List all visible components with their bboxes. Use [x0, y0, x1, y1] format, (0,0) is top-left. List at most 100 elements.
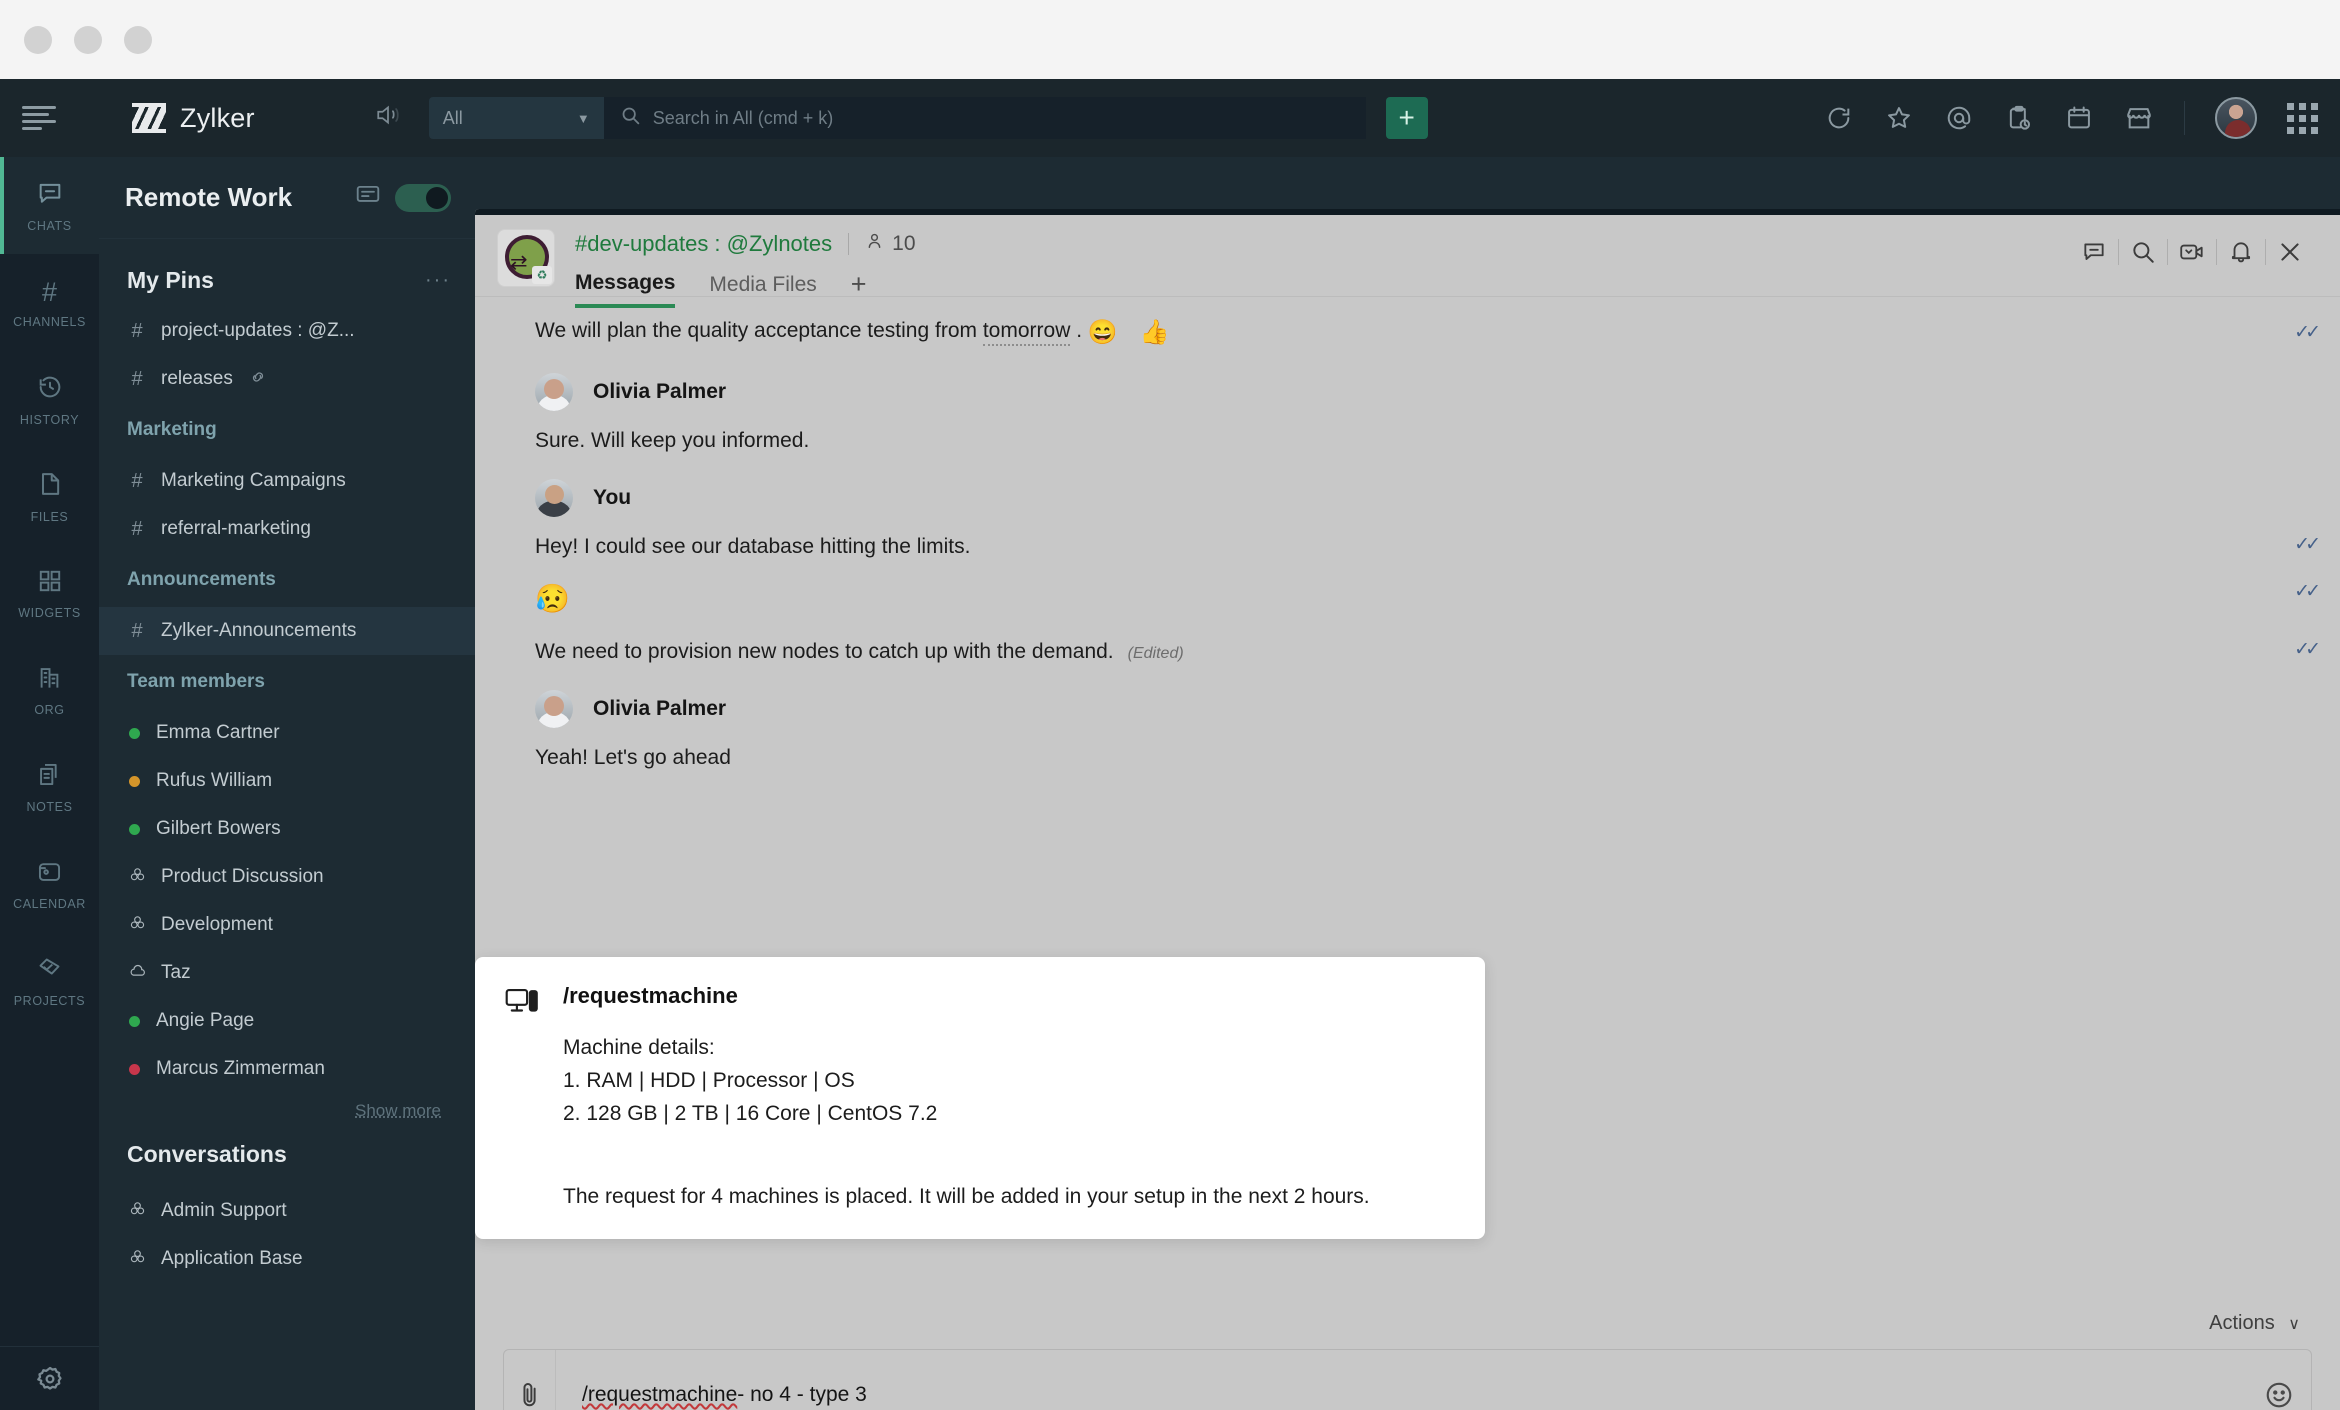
window-maximize-dot[interactable]	[124, 25, 152, 54]
sidebar-item-marcus-zimmerman[interactable]: Marcus Zimmerman	[99, 1045, 475, 1093]
conversation-avatar[interactable]: ⇄ ♻	[497, 229, 555, 287]
slash-card-body: Machine details: 1. RAM | HDD | Processo…	[563, 1031, 1455, 1131]
sidebar-item-development[interactable]: Development	[99, 901, 475, 949]
star-icon[interactable]	[1884, 103, 1914, 133]
rail-label: CHATS	[27, 218, 72, 233]
emoji-thumbsup: 👍	[1139, 319, 1170, 346]
slash-card-line: 1. RAM | HDD | Processor | OS	[563, 1069, 855, 1093]
recycle-icon: ♻	[532, 266, 552, 284]
window-close-dot[interactable]	[24, 25, 52, 54]
sidebar-item-project-updates[interactable]: # project-updates : @Z...	[99, 307, 475, 355]
sidebar-section-marketing: Marketing	[99, 403, 475, 457]
sidebar-item-product-discussion[interactable]: Product Discussion	[99, 853, 475, 901]
message-list[interactable]: We will plan the quality acceptance test…	[475, 297, 2340, 1312]
reload-icon[interactable]	[1824, 103, 1854, 133]
sidebar-item-angie-page[interactable]: Angie Page	[99, 997, 475, 1045]
smiley-icon[interactable]	[2247, 1350, 2311, 1410]
rail-label: CHANNELS	[13, 314, 86, 329]
message-author: Olivia Palmer	[593, 696, 727, 720]
search-input[interactable]: Search in All (cmd + k)	[603, 97, 1366, 139]
avatar[interactable]	[2215, 97, 2257, 139]
composer-rest: - no 4 - type 3	[737, 1383, 867, 1406]
hamburger-icon[interactable]	[22, 106, 56, 130]
paperclip-icon[interactable]	[504, 1350, 556, 1410]
status-dot	[129, 775, 140, 787]
section-title: My Pins	[127, 266, 214, 293]
search-icon[interactable]	[2119, 239, 2167, 265]
calendar-icon[interactable]	[2064, 103, 2094, 133]
sidebar-item-marketing-campaigns[interactable]: # Marketing Campaigns	[99, 457, 475, 505]
link-icon	[249, 368, 267, 391]
section-title: Conversations	[127, 1140, 287, 1167]
message-text: We need to provision new nodes to catch …	[535, 628, 2254, 676]
sidebar-item-label: Marcus Zimmerman	[156, 1058, 325, 1079]
rail-item-chats[interactable]: CHATS	[0, 157, 99, 254]
hash-icon: #	[41, 276, 58, 307]
sidebar-item-admin-support[interactable]: Admin Support	[99, 1187, 475, 1235]
store-icon[interactable]	[2124, 103, 2154, 133]
sidebar-item-zylker-announcements[interactable]: # Zylker-Announcements	[99, 607, 475, 655]
rail-label: ORG	[34, 703, 65, 717]
rail-label: NOTES	[26, 800, 73, 814]
rail-item-projects[interactable]: PROJECTS	[0, 933, 99, 1030]
sidebar-item-application-base[interactable]: Application Base	[99, 1235, 475, 1283]
hash-icon: #	[131, 319, 143, 342]
window-minimize-dot[interactable]	[74, 25, 102, 54]
close-icon[interactable]	[2266, 239, 2314, 265]
sidebar-section-team-members: Team members	[99, 655, 475, 709]
new-item-button[interactable]: +	[1385, 97, 1428, 139]
rail-item-org[interactable]: ORG	[0, 642, 99, 739]
message-author-row: You	[475, 465, 2340, 523]
avatar[interactable]	[535, 478, 573, 517]
emoji-grin: 😄	[1087, 319, 1118, 346]
sidebar-item-gilbert-bowers[interactable]: Gilbert Bowers	[99, 805, 475, 853]
message-author: Olivia Palmer	[593, 380, 727, 403]
sync-arrows-icon: ⇄	[510, 251, 528, 274]
conversation-title-row: #dev-updates : @Zylnotes 10	[575, 231, 916, 257]
sidebar-item-referral-marketing[interactable]: # referral-marketing	[99, 505, 475, 553]
member-count[interactable]: 10	[865, 231, 916, 257]
section-more-icon[interactable]: ···	[425, 269, 451, 292]
composer-input[interactable]: /requestmachine - no 4 - type 3	[556, 1350, 2247, 1410]
message-composer[interactable]: /requestmachine - no 4 - type 3	[503, 1349, 2312, 1410]
mention-icon[interactable]	[1944, 103, 1974, 133]
screen-icon[interactable]	[355, 184, 381, 211]
avatar[interactable]	[535, 373, 573, 411]
apps-grid-icon[interactable]	[2287, 102, 2318, 134]
sidebar-item-emma-cartner[interactable]: Emma Cartner	[99, 709, 475, 757]
sidebar-item-label: Emma Cartner	[156, 722, 280, 743]
sidebar-channel-list[interactable]: My Pins ··· # project-updates : @Z... # …	[99, 239, 475, 1410]
rail-item-calendar[interactable]: CALENDAR	[0, 836, 99, 933]
rail-item-widgets[interactable]: WIDGETS	[0, 545, 99, 642]
dashed-phrase[interactable]: tomorrow	[982, 319, 1071, 346]
file-icon	[36, 470, 64, 503]
search-scope-select[interactable]: All ▼	[428, 97, 604, 139]
group-icon	[129, 866, 145, 888]
sidebar-item-label: Application Base	[161, 1248, 303, 1269]
speaker-icon[interactable]	[373, 102, 403, 135]
bell-icon[interactable]	[2217, 239, 2265, 265]
divider	[848, 233, 850, 255]
message-text-after: .	[1070, 319, 1083, 342]
comment-icon[interactable]	[2070, 239, 2118, 265]
left-rail: CHATS # CHANNELS HISTORY FILES WIDGETS O…	[0, 157, 99, 1410]
rail-item-channels[interactable]: # CHANNELS	[0, 254, 99, 351]
rail-item-files[interactable]: FILES	[0, 448, 99, 545]
rail-item-history[interactable]: HISTORY	[0, 351, 99, 448]
sidebar-section-my-pins: My Pins ···	[99, 253, 475, 307]
app-window: Zylker All ▼ Search in All (cmd + k) + C…	[0, 0, 2340, 1410]
actions-menu[interactable]: Actions ∨	[475, 1312, 2340, 1335]
remote-work-toggle[interactable]	[395, 183, 451, 212]
show-more-button[interactable]: Show more	[99, 1093, 475, 1121]
sidebar-item-taz[interactable]: Taz	[99, 949, 475, 997]
sidebar-item-rufus-william[interactable]: Rufus William	[99, 757, 475, 805]
composer-wrapper: /requestmachine - no 4 - type 3 Type "/"…	[475, 1335, 2340, 1410]
sidebar-item-releases[interactable]: # releases	[99, 355, 475, 403]
rail-item-notes[interactable]: NOTES	[0, 739, 99, 836]
clipboard-clock-icon[interactable]	[2004, 103, 2034, 133]
sidebar-item-label: Marketing Campaigns	[161, 470, 346, 491]
video-icon[interactable]	[2168, 239, 2216, 265]
read-receipt-icon: ✓✓	[2294, 639, 2321, 660]
avatar[interactable]	[535, 689, 573, 728]
gear-icon[interactable]	[0, 1346, 99, 1410]
